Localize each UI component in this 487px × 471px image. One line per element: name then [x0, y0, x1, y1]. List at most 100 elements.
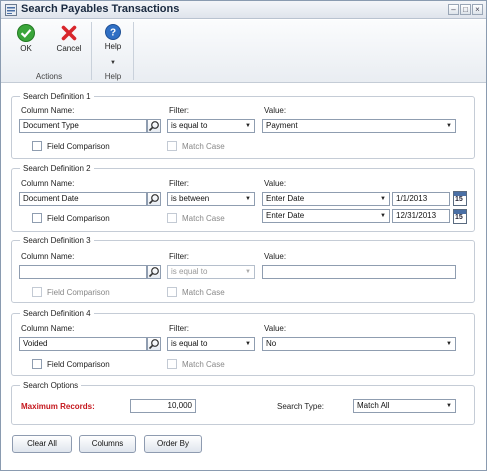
order-by-button[interactable]: Order By	[144, 435, 202, 453]
chevron-down-icon[interactable]: ▼	[110, 60, 116, 66]
field-comparison-label: Field Comparison	[47, 288, 110, 297]
columns-button[interactable]: Columns	[79, 435, 136, 453]
filter-label: Filter:	[169, 179, 189, 188]
filter-label: Filter:	[169, 324, 189, 333]
value-label: Value:	[264, 252, 287, 261]
magnifier-icon	[148, 121, 159, 132]
close-window-button[interactable]: ×	[472, 4, 483, 15]
match-case-checkbox-4[interactable]	[167, 359, 177, 369]
help-icon: ?	[105, 24, 121, 40]
cancel-button[interactable]: Cancel	[54, 24, 84, 53]
date-type-value: Enter Date	[266, 194, 305, 203]
column-name-input-1[interactable]: Document Type	[19, 119, 147, 133]
column-name-input-3[interactable]	[19, 265, 147, 279]
match-case-label: Match Case	[182, 288, 225, 297]
ribbon-separator	[133, 22, 134, 80]
filter-value: is equal to	[171, 267, 208, 276]
maximize-button[interactable]: □	[460, 4, 471, 15]
chevron-down-icon: ▼	[446, 403, 452, 409]
field-comparison-checkbox-3[interactable]	[32, 287, 42, 297]
filter-select-2[interactable]: is between ▼	[167, 192, 255, 206]
field-comparison-label: Field Comparison	[47, 360, 110, 369]
chevron-down-icon: ▼	[446, 341, 452, 347]
checkmark-icon	[17, 24, 35, 42]
lookup-button-4[interactable]	[147, 337, 161, 351]
section-title: Search Definition 2	[23, 164, 91, 173]
column-name-input-2[interactable]: Document Date	[19, 192, 147, 206]
date-type-select-2[interactable]: Enter Date ▼	[262, 209, 390, 223]
minimize-button[interactable]: –	[448, 4, 459, 15]
lookup-button-1[interactable]	[147, 119, 161, 133]
value-select-1[interactable]: Payment ▼	[262, 119, 456, 133]
value-text: No	[266, 339, 277, 348]
chevron-down-icon: ▼	[245, 123, 251, 129]
ribbon: OK Cancel Actions ? Help ▼ Help	[1, 20, 486, 83]
chevron-down-icon: ▼	[380, 213, 386, 219]
search-payables-window: Search Payables Transactions – □ × OK Ca…	[0, 0, 487, 471]
search-type-value: Match All	[357, 401, 390, 410]
clear-all-button[interactable]: Clear All	[12, 435, 72, 453]
date-type-value: Enter Date	[266, 211, 305, 220]
match-case-label: Match Case	[182, 214, 225, 223]
section-title: Search Options	[23, 381, 79, 390]
filter-select-4[interactable]: is equal to ▼	[167, 337, 255, 351]
title-bar: Search Payables Transactions – □ ×	[1, 1, 486, 19]
column-name-label: Column Name:	[21, 324, 75, 333]
search-type-label: Search Type:	[277, 402, 324, 411]
date-type-select-1[interactable]: Enter Date ▼	[262, 192, 390, 206]
calendar-day: 15	[455, 214, 463, 221]
match-case-checkbox-1[interactable]	[167, 141, 177, 151]
filter-select-1[interactable]: is equal to ▼	[167, 119, 255, 133]
ribbon-separator	[91, 22, 92, 80]
filter-value: is between	[171, 194, 210, 203]
field-comparison-label: Field Comparison	[47, 142, 110, 151]
magnifier-icon	[148, 267, 159, 278]
value-label: Value:	[264, 179, 287, 188]
chevron-down-icon: ▼	[245, 196, 251, 202]
magnifier-icon	[148, 339, 159, 350]
column-name-input-4[interactable]: Voided	[19, 337, 147, 351]
filter-select-3[interactable]: is equal to ▼	[167, 265, 255, 279]
lookup-button-3[interactable]	[147, 265, 161, 279]
help-button[interactable]: ? Help	[98, 24, 128, 51]
help-label: Help	[104, 42, 122, 51]
column-name-label: Column Name:	[21, 252, 75, 261]
section-title: Search Definition 1	[23, 92, 91, 101]
field-comparison-checkbox-2[interactable]	[32, 213, 42, 223]
field-comparison-checkbox-1[interactable]	[32, 141, 42, 151]
end-date-input[interactable]: 12/31/2013	[392, 209, 450, 223]
section-title: Search Definition 4	[23, 309, 91, 318]
actions-group-label: Actions	[35, 72, 63, 81]
value-select-4[interactable]: No ▼	[262, 337, 456, 351]
value-label: Value:	[264, 106, 287, 115]
start-date-input[interactable]: 1/1/2013	[392, 192, 450, 206]
maximum-records-label: Maximum Records:	[21, 402, 95, 411]
ok-button[interactable]: OK	[11, 24, 41, 53]
calendar-icon[interactable]: 15	[453, 191, 467, 206]
search-type-select[interactable]: Match All ▼	[353, 399, 456, 413]
chevron-down-icon: ▼	[380, 196, 386, 202]
match-case-checkbox-2[interactable]	[167, 213, 177, 223]
filter-value: is equal to	[171, 121, 208, 130]
calendar-icon[interactable]: 15	[453, 209, 467, 224]
field-comparison-checkbox-4[interactable]	[32, 359, 42, 369]
value-input-3[interactable]	[262, 265, 456, 279]
help-group-label: Help	[104, 72, 122, 81]
column-name-label: Column Name:	[21, 106, 75, 115]
lookup-button-2[interactable]	[147, 192, 161, 206]
match-case-label: Match Case	[182, 360, 225, 369]
svg-text:?: ?	[110, 28, 116, 39]
column-name-label: Column Name:	[21, 179, 75, 188]
cancel-label: Cancel	[56, 44, 82, 53]
maximum-records-input[interactable]: 10,000	[130, 399, 196, 413]
filter-label: Filter:	[169, 252, 189, 261]
magnifier-icon	[148, 194, 159, 205]
section-title: Search Definition 3	[23, 236, 91, 245]
match-case-checkbox-3[interactable]	[167, 287, 177, 297]
value-label: Value:	[264, 324, 287, 333]
field-comparison-label: Field Comparison	[47, 214, 110, 223]
chevron-down-icon: ▼	[446, 123, 452, 129]
match-case-label: Match Case	[182, 142, 225, 151]
value-text: Payment	[266, 121, 298, 130]
filter-label: Filter:	[169, 106, 189, 115]
